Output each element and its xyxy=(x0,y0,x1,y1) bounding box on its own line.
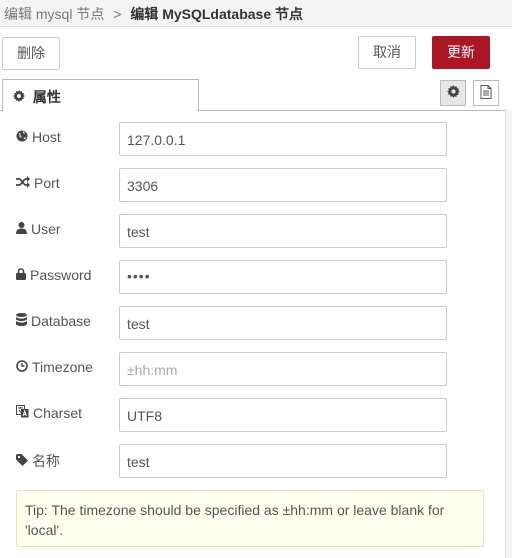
random-icon xyxy=(16,175,34,191)
clock-icon xyxy=(16,359,32,375)
database-row: Database test xyxy=(0,306,512,340)
document-icon xyxy=(480,84,492,102)
delete-button[interactable]: 删除 xyxy=(2,37,60,70)
port-label: Port xyxy=(16,175,60,191)
settings-tab-button[interactable] xyxy=(440,80,466,106)
lock-icon xyxy=(16,267,30,283)
host-input[interactable]: 127.0.0.1 xyxy=(119,122,447,156)
charset-row: Charset UTF8 xyxy=(0,398,512,432)
user-icon xyxy=(16,221,31,237)
timezone-input[interactable]: ±hh:mm xyxy=(119,352,447,386)
breadcrumb: 编辑 mysql 节点 > 编辑 MySQLdatabase 节点 xyxy=(0,0,512,27)
tab-properties[interactable]: 属性 xyxy=(2,79,199,112)
description-tab-button[interactable] xyxy=(473,80,499,106)
language-icon xyxy=(16,405,33,421)
panel-edge xyxy=(505,110,512,558)
globe-icon xyxy=(16,129,32,145)
name-label: 名称 xyxy=(16,451,60,471)
charset-input[interactable]: UTF8 xyxy=(119,398,447,432)
user-input[interactable]: test xyxy=(119,214,447,248)
timezone-label: Timezone xyxy=(16,359,93,375)
cancel-button[interactable]: 取消 xyxy=(358,36,416,69)
database-label: Database xyxy=(16,313,91,329)
user-row: User test xyxy=(0,214,512,248)
gear-icon xyxy=(13,89,25,105)
tab-bar: 属性 xyxy=(0,79,512,112)
password-input[interactable]: •••• xyxy=(119,260,447,294)
breadcrumb-parent[interactable]: 编辑 mysql 节点 xyxy=(4,6,104,22)
host-label: Host xyxy=(16,129,61,145)
password-label: Password xyxy=(16,267,91,283)
database-input[interactable]: test xyxy=(119,306,447,340)
user-label: User xyxy=(16,221,61,237)
update-button[interactable]: 更新 xyxy=(432,36,490,69)
breadcrumb-current: 编辑 MySQLdatabase 节点 xyxy=(130,6,304,22)
name-input[interactable]: test xyxy=(119,444,447,478)
charset-label: Charset xyxy=(16,405,82,421)
timezone-row: Timezone ±hh:mm xyxy=(0,352,512,386)
breadcrumb-separator: > xyxy=(113,6,122,22)
password-row: Password •••• xyxy=(0,260,512,294)
database-icon xyxy=(16,313,31,329)
gear-icon xyxy=(446,85,460,101)
timezone-tip: Tip: The timezone should be specified as… xyxy=(16,490,484,547)
port-row: Port 3306 xyxy=(0,168,512,202)
name-row: 名称 test xyxy=(0,444,512,478)
host-row: Host 127.0.0.1 xyxy=(0,122,512,156)
tag-icon xyxy=(16,453,32,469)
port-input[interactable]: 3306 xyxy=(119,168,447,202)
tab-properties-label: 属性 xyxy=(32,89,61,105)
